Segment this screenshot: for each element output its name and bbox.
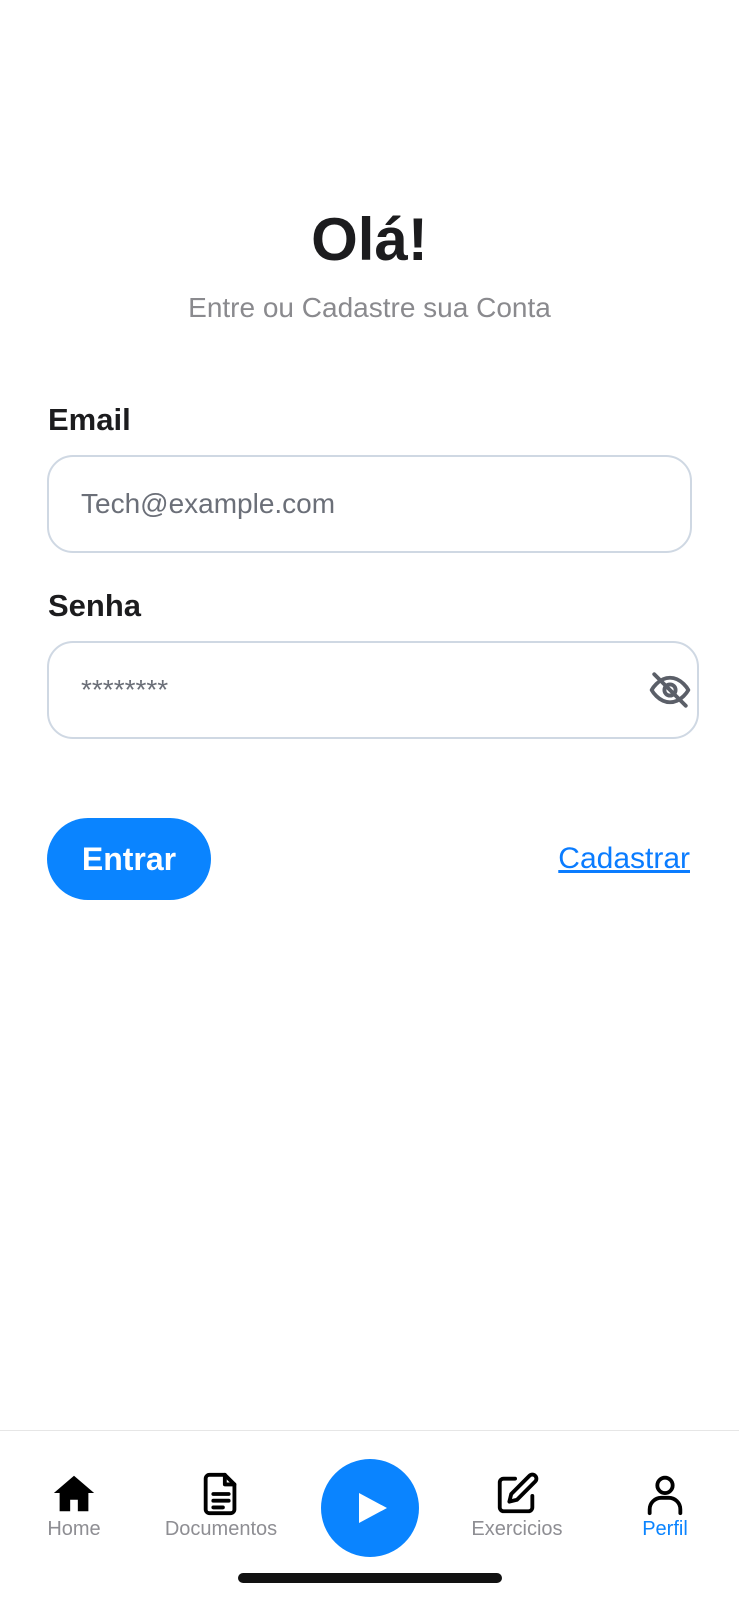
- tab-home[interactable]: Home: [4, 1471, 144, 1541]
- email-field[interactable]: [81, 457, 612, 551]
- page-subtitle: Entre ou Cadastre sua Conta: [188, 292, 551, 323]
- play-icon: [359, 1493, 387, 1523]
- play-button[interactable]: [321, 1459, 419, 1557]
- tab-exercicios[interactable]: Exercicios: [447, 1471, 587, 1541]
- user-icon: [647, 1475, 683, 1516]
- tab-perfil-label: Perfil: [642, 1518, 688, 1540]
- home-indicator: [238, 1573, 502, 1583]
- signup-link[interactable]: Cadastrar: [558, 840, 690, 878]
- password-field[interactable]: [81, 643, 619, 737]
- document-icon: [203, 1472, 237, 1516]
- tab-documentos-label: Documentos: [164, 1518, 278, 1540]
- email-field-container[interactable]: [47, 455, 692, 553]
- email-label: Email: [48, 402, 131, 437]
- tab-perfil[interactable]: Perfil: [595, 1471, 735, 1541]
- tab-exercicios-label: Exercicios: [471, 1518, 563, 1540]
- tab-documentos[interactable]: Documentos: [151, 1471, 291, 1541]
- eye-off-icon[interactable]: [649, 669, 691, 711]
- password-label: Senha: [48, 588, 142, 623]
- login-button[interactable]: Entrar: [47, 818, 211, 900]
- tab-home-label: Home: [47, 1518, 101, 1540]
- home-icon: [53, 1475, 95, 1512]
- edit-icon: [497, 1472, 539, 1514]
- password-field-container[interactable]: [47, 641, 699, 739]
- page-title: Olá!: [311, 206, 428, 273]
